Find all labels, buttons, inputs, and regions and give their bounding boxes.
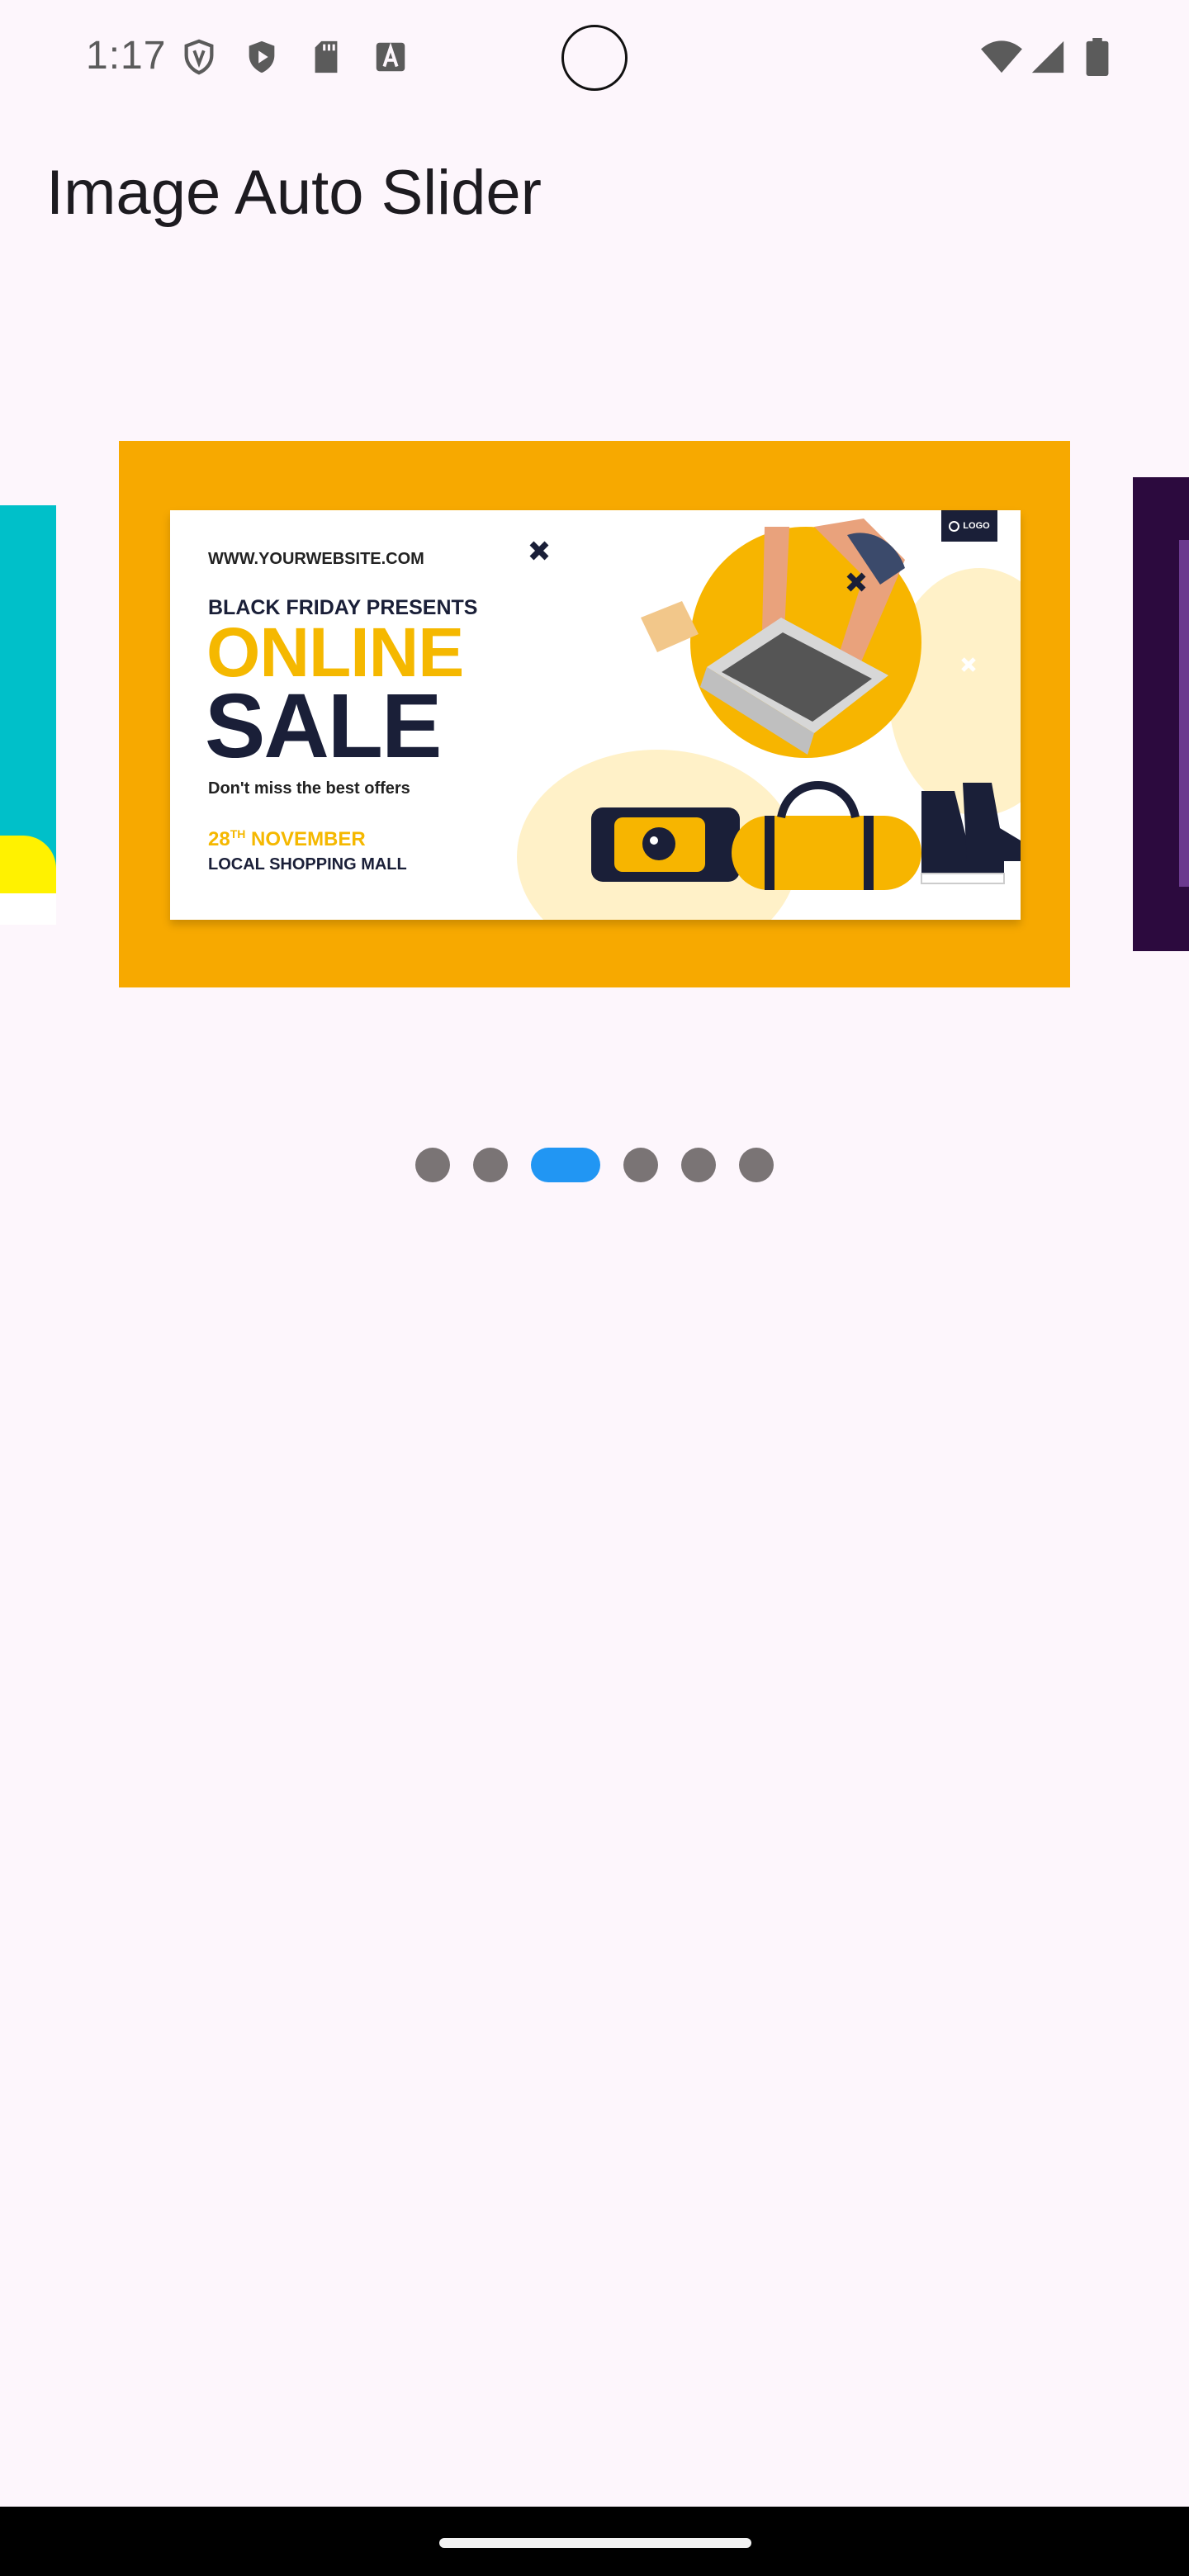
- indicator-dot-1[interactable]: [415, 1148, 450, 1182]
- banner-illustration: [517, 519, 1021, 920]
- vpn-shield-icon: [184, 39, 214, 75]
- camera-cutout: [561, 25, 628, 91]
- font-a-icon: [376, 42, 405, 72]
- indicator-dot-3-active[interactable]: [531, 1148, 600, 1182]
- play-protect-icon: [249, 40, 275, 73]
- page-title: Image Auto Slider: [46, 158, 542, 228]
- banner-logo: LOGO: [941, 510, 997, 542]
- navigation-bar: [0, 2507, 1189, 2576]
- next-slide-art: [1179, 540, 1189, 887]
- indicator-dot-2[interactable]: [473, 1148, 508, 1182]
- previous-slide-edge: [0, 893, 56, 925]
- banner-date-day: 28: [208, 828, 230, 850]
- current-slide[interactable]: WWW.YOURWEBSITE.COM BLACK FRIDAY PRESENT…: [119, 441, 1070, 987]
- status-time: 1:17: [86, 34, 167, 78]
- next-slide[interactable]: [1133, 477, 1189, 951]
- battery-icon: [1086, 38, 1109, 76]
- page-indicator: [0, 1146, 1189, 1184]
- indicator-dot-5[interactable]: [681, 1148, 716, 1182]
- banner-website: WWW.YOURWEBSITE.COM: [208, 550, 424, 568]
- sd-card-icon: [315, 40, 338, 73]
- previous-slide[interactable]: [0, 505, 56, 925]
- cellular-signal-icon: [1031, 40, 1064, 73]
- banner-location: LOCAL SHOPPING MALL: [208, 855, 407, 874]
- banner-date-month: NOVEMBER: [251, 828, 366, 850]
- sale-banner: WWW.YOURWEBSITE.COM BLACK FRIDAY PRESENT…: [170, 510, 1021, 920]
- banner-date-suffix: TH: [230, 827, 246, 841]
- indicator-dot-6[interactable]: [739, 1148, 774, 1182]
- banner-headline-sale: SALE: [205, 675, 442, 777]
- banner-tagline: Don't miss the best offers: [208, 779, 410, 798]
- banner-logo-text: LOGO: [963, 521, 990, 531]
- wifi-icon: [981, 40, 1022, 73]
- previous-slide-art: [0, 836, 56, 893]
- home-gesture-handle[interactable]: [439, 2538, 751, 2548]
- indicator-dot-4[interactable]: [623, 1148, 658, 1182]
- status-bar: 1:17: [0, 0, 1189, 124]
- banner-date: 28TH NOVEMBER: [208, 827, 366, 851]
